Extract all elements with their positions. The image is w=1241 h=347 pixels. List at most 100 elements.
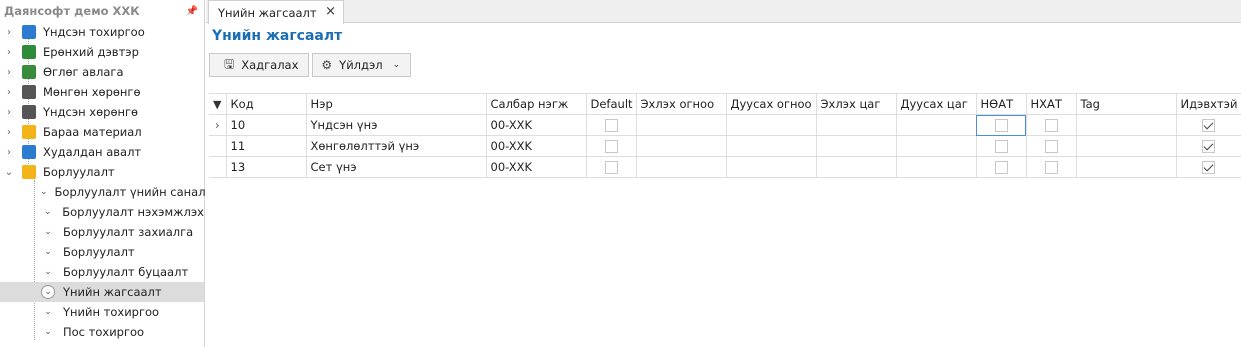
active-cell[interactable] (1176, 114, 1241, 136)
sidebar-subitem[interactable]: ⌄ Үнийн тохиргоо (0, 302, 204, 322)
chevron-right-icon[interactable]: › (2, 87, 16, 98)
column-header[interactable]: Идэвхтэй (1176, 93, 1241, 115)
chevron-down-icon[interactable]: ⌄ (40, 227, 56, 237)
chevron-down-icon[interactable]: ⌄ (40, 307, 56, 317)
sidebar-item[interactable]: › Бараа материал (0, 122, 204, 142)
sidebar-subitem[interactable]: ⌄ Борлуулалт (0, 242, 204, 262)
actions-dropdown-button[interactable]: ⚙ Үйлдэл ⌄ (312, 53, 412, 77)
start_time-cell[interactable] (816, 135, 897, 157)
vat-cell[interactable] (976, 156, 1027, 178)
sidebar-subitem[interactable]: ⌄ Пос тохиргоо (0, 322, 204, 342)
tag-cell[interactable] (1076, 156, 1177, 178)
sidebar-item[interactable]: › Үндсэн хөрөнгө (0, 102, 204, 122)
sidebar-item[interactable]: › Мөнгөн хөрөнгө (0, 82, 204, 102)
chevron-down-icon[interactable]: ⌄ (40, 327, 56, 337)
chevron-down-icon[interactable]: ⌄ (40, 267, 56, 277)
save-button[interactable]: 🖫 Хадгалах (209, 53, 310, 77)
sidebar-subitem[interactable]: ⌄ Борлуулалт нэхэмжлэх (0, 202, 204, 222)
column-header[interactable]: Салбар нэгж (486, 93, 587, 115)
vat-checkbox[interactable] (994, 119, 1008, 132)
vat-checkbox[interactable] (994, 161, 1008, 174)
default-cell[interactable] (586, 135, 637, 157)
filter-icon[interactable]: ▼ (209, 93, 227, 115)
table-row[interactable]: › 10 Үндсэн үнэ 00-XXK (209, 114, 1241, 136)
chevron-down-icon[interactable]: ⌄ (41, 285, 55, 299)
active-checkbox[interactable] (1202, 161, 1215, 174)
sidebar-subitem[interactable]: ⌄ Борлуулалт захиалга (0, 222, 204, 242)
end_time-cell[interactable] (896, 156, 977, 178)
column-header[interactable]: НӨАТ (976, 93, 1027, 115)
column-header[interactable]: Дуусах огноо (726, 93, 817, 115)
end_date-cell[interactable] (726, 135, 817, 157)
active-checkbox[interactable] (1202, 140, 1215, 153)
column-header[interactable]: Нэр (306, 93, 487, 115)
start_date-cell[interactable] (636, 135, 727, 157)
sidebar-item[interactable]: › Худалдан авалт (0, 142, 204, 162)
nhat-checkbox[interactable] (1044, 140, 1058, 153)
sidebar-subitem[interactable]: ⌄ Борлуулалт буцаалт (0, 262, 204, 282)
start_time-cell[interactable] (816, 114, 897, 136)
branch-cell[interactable]: 00-XXK (486, 114, 587, 136)
chevron-right-icon[interactable]: › (2, 107, 16, 118)
close-icon[interactable]: × (325, 4, 336, 19)
sidebar-subitem[interactable]: ⌄ Борлуулалт үнийн санал (0, 182, 206, 202)
chevron-right-icon[interactable]: › (2, 67, 16, 78)
chevron-right-icon[interactable]: › (2, 127, 16, 138)
column-header[interactable]: Код (226, 93, 307, 115)
end_date-cell[interactable] (726, 156, 817, 178)
chevron-right-icon[interactable]: › (2, 147, 16, 158)
row-indicator-icon[interactable]: › (209, 114, 227, 136)
nhat-cell[interactable] (1026, 135, 1077, 157)
sidebar-item[interactable]: ⌄ Борлуулалт (0, 162, 204, 182)
branch-cell[interactable]: 00-XXK (486, 135, 587, 157)
table-row[interactable]: 11 Хөнгөлөлттэй үнэ 00-XXK (209, 135, 1241, 157)
default-checkbox[interactable] (604, 119, 618, 132)
code-cell[interactable]: 10 (226, 114, 307, 136)
nhat-cell[interactable] (1026, 114, 1077, 136)
vat-cell[interactable] (976, 135, 1027, 157)
column-header[interactable]: Дуусах цаг (896, 93, 977, 115)
start_time-cell[interactable] (816, 156, 897, 178)
column-header[interactable]: Эхлэх огноо (636, 93, 727, 115)
nhat-cell[interactable] (1026, 156, 1077, 178)
column-header[interactable]: Tag (1076, 93, 1177, 115)
start_date-cell[interactable] (636, 156, 727, 178)
tab-price-list[interactable]: Үнийн жагсаалт × (208, 0, 344, 24)
pin-icon[interactable]: 📌 (186, 6, 198, 17)
sidebar-item[interactable]: › Үндсэн тохиргоо (0, 22, 204, 42)
row-indicator[interactable] (209, 156, 227, 178)
chevron-down-icon[interactable]: ⌄ (40, 247, 56, 257)
vat-checkbox[interactable] (994, 140, 1008, 153)
chevron-down-icon[interactable]: ⌄ (2, 167, 16, 178)
active-checkbox[interactable] (1202, 119, 1215, 132)
default-checkbox[interactable] (604, 140, 618, 153)
default-cell[interactable] (586, 156, 637, 178)
table-row[interactable]: 13 Сет үнэ 00-XXK (209, 156, 1241, 178)
branch-cell[interactable]: 00-XXK (486, 156, 587, 178)
sidebar-item[interactable]: › Өглөг авлага (0, 62, 204, 82)
column-header[interactable]: Эхлэх цаг (816, 93, 897, 115)
sidebar-subitem[interactable]: ⌄ Үнийн жагсаалт (0, 282, 204, 302)
code-cell[interactable]: 13 (226, 156, 307, 178)
tag-cell[interactable] (1076, 135, 1177, 157)
sidebar-item[interactable]: › Ерөнхий дэвтэр (0, 42, 204, 62)
name-cell[interactable]: Үндсэн үнэ (306, 114, 487, 136)
name-cell[interactable]: Хөнгөлөлттэй үнэ (306, 135, 487, 157)
nhat-checkbox[interactable] (1044, 161, 1058, 174)
default-checkbox[interactable] (604, 161, 618, 174)
column-header[interactable]: НХАТ (1026, 93, 1077, 115)
name-cell[interactable]: Сет үнэ (306, 156, 487, 178)
chevron-down-icon[interactable]: ⌄ (40, 187, 48, 197)
vat-cell[interactable] (976, 114, 1027, 136)
default-cell[interactable] (586, 114, 637, 136)
active-cell[interactable] (1176, 156, 1241, 178)
end_date-cell[interactable] (726, 114, 817, 136)
end_time-cell[interactable] (896, 114, 977, 136)
chevron-right-icon[interactable]: › (2, 27, 16, 38)
code-cell[interactable]: 11 (226, 135, 307, 157)
tag-cell[interactable] (1076, 114, 1177, 136)
nhat-checkbox[interactable] (1044, 119, 1058, 132)
end_time-cell[interactable] (896, 135, 977, 157)
chevron-right-icon[interactable]: › (2, 47, 16, 58)
column-header[interactable]: Default (586, 93, 637, 115)
